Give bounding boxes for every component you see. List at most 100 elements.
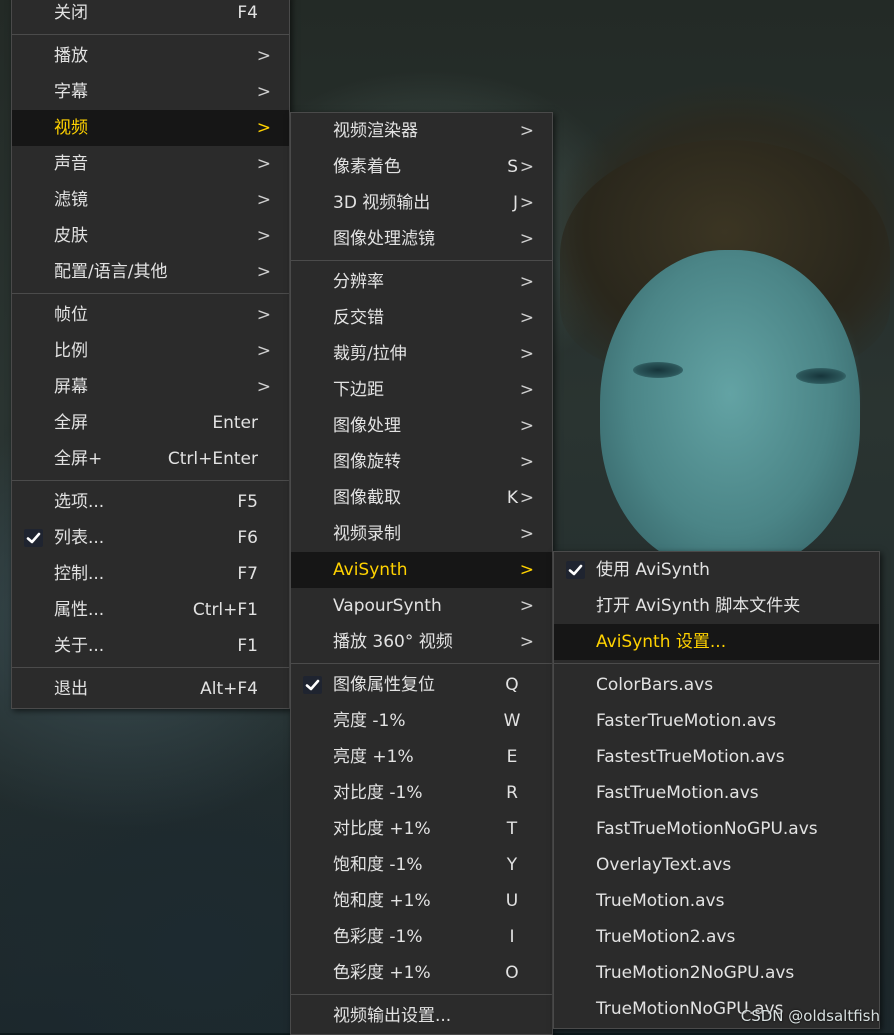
main-menu-item-全屏[interactable]: 全屏+ Ctrl+Enter [12,441,289,477]
avisynth-menu-separator [554,663,879,664]
video-menu-item-3d-视频输出[interactable]: 3D 视频输出 J > [291,185,552,221]
video-menu-item-label: 图像处理 [333,416,401,436]
video-menu-item-label: 反交错 [333,308,384,328]
chevron-right-icon: > [519,193,534,213]
video-menu-item-下边距[interactable]: 下边距 > [291,372,552,408]
main-menu-item-label: 全屏 [54,413,88,433]
main-menu-item-label: 控制... [54,564,105,584]
main-menu-separator [12,293,289,294]
chevron-right-icon: > [256,118,271,138]
avisynth-menu-item-truemotion2-avs[interactable]: TrueMotion2.avs [554,919,879,955]
avisynth-menu-item-fastertruemotion-avs[interactable]: FasterTrueMotion.avs [554,703,879,739]
video-menu-item-shortcut: T [506,819,518,839]
video-menu-item-vapoursynth[interactable]: VapourSynth > [291,588,552,624]
chevron-right-icon: > [256,226,271,246]
avisynth-menu-item-label: FastestTrueMotion.avs [596,747,785,767]
video-menu-item-视频录制[interactable]: 视频录制 > [291,516,552,552]
video-menu-item-亮度-1[interactable]: 亮度 +1% E [291,739,552,775]
main-menu-item-label: 全屏+ [54,449,103,469]
main-menu-item-皮肤[interactable]: 皮肤 > [12,218,289,254]
chevron-right-icon: > [519,524,534,544]
video-menu-separator [291,994,552,995]
main-menu-item-shortcut: Ctrl+Enter [167,449,258,469]
video-menu-item-图像处理[interactable]: 图像处理 > [291,408,552,444]
video-menu-item-裁剪-拉伸[interactable]: 裁剪/拉伸 > [291,336,552,372]
video-menu-item-亮度-1[interactable]: 亮度 -1% W [291,703,552,739]
main-menu-item-列表[interactable]: 列表... F6 [12,520,289,556]
video-menu-item-分辨率[interactable]: 分辨率 > [291,264,552,300]
main-menu-item-声音[interactable]: 声音 > [12,146,289,182]
video-menu-item-shortcut: S [507,157,518,177]
main-menu-item-选项[interactable]: 选项... F5 [12,484,289,520]
main-menu-item-屏幕[interactable]: 屏幕 > [12,369,289,405]
main-menu-item-播放[interactable]: 播放 > [12,38,289,74]
video-menu-item-label: 播放 360° 视频 [333,632,453,652]
video-menu-item-label: 视频录制 [333,524,401,544]
main-menu-item-比例[interactable]: 比例 > [12,333,289,369]
main-menu-item-字幕[interactable]: 字幕 > [12,74,289,110]
video-menu-item-播放-360-视频[interactable]: 播放 360° 视频 > [291,624,552,660]
video-menu-item-label: 像素着色 [333,157,401,177]
avisynth-menu-item-label: FastTrueMotion.avs [596,783,759,803]
video-menu-item-视频输出设置[interactable]: 视频输出设置... [291,998,552,1034]
video-menu-item-色彩度-1[interactable]: 色彩度 -1% I [291,919,552,955]
main-menu-item-退出[interactable]: 退出 Alt+F4 [12,671,289,707]
main-menu-item-滤镜[interactable]: 滤镜 > [12,182,289,218]
video-menu-item-饱和度-1[interactable]: 饱和度 +1% U [291,883,552,919]
chevron-right-icon: > [519,121,534,141]
avisynth-menu-item-truemotion-avs[interactable]: TrueMotion.avs [554,883,879,919]
video-menu-item-label: VapourSynth [333,596,442,616]
video-menu-item-色彩度-1[interactable]: 色彩度 +1% O [291,955,552,991]
video-menu-item-视频渲染器[interactable]: 视频渲染器 > [291,113,552,149]
video-menu-item-label: 图像处理滤镜 [333,229,435,249]
chevron-right-icon: > [519,344,534,364]
main-menu-item-属性[interactable]: 属性... Ctrl+F1 [12,592,289,628]
main-menu-item-全屏[interactable]: 全屏 Enter [12,405,289,441]
video-menu-item-label: 对比度 -1% [333,783,423,803]
video-menu-item-对比度-1[interactable]: 对比度 +1% T [291,811,552,847]
main-menu-item-shortcut: F6 [237,528,258,548]
avisynth-menu-item-打开-avisynth-脚本文件夹[interactable]: 打开 AviSynth 脚本文件夹 [554,588,879,624]
video-menu-item-图像处理滤镜[interactable]: 图像处理滤镜 > [291,221,552,257]
avisynth-menu-item-label: TrueMotion2.avs [596,927,736,947]
video-menu-item-label: 分辨率 [333,272,384,292]
video-menu-item-图像属性复位[interactable]: 图像属性复位 Q [291,667,552,703]
chevron-right-icon: > [519,632,534,652]
main-menu-item-关于[interactable]: 关于... F1 [12,628,289,664]
main-menu-item-shortcut: F7 [237,564,258,584]
video-menu-item-像素着色[interactable]: 像素着色 S > [291,149,552,185]
avisynth-menu-item-fasttruemotion-avs[interactable]: FastTrueMotion.avs [554,775,879,811]
avisynth-menu-item-colorbars-avs[interactable]: ColorBars.avs [554,667,879,703]
main-menu-item-控制[interactable]: 控制... F7 [12,556,289,592]
avisynth-menu-item-label: TrueMotion.avs [596,891,725,911]
checkmark-icon [566,561,585,579]
video-menu-item-对比度-1[interactable]: 对比度 -1% R [291,775,552,811]
main-menu-item-帧位[interactable]: 帧位 > [12,297,289,333]
video-menu-item-图像旋转[interactable]: 图像旋转 > [291,444,552,480]
video-menu-item-图像截取[interactable]: 图像截取 K > [291,480,552,516]
avisynth-menu-item-使用-avisynth[interactable]: 使用 AviSynth [554,552,879,588]
video-menu-item-饱和度-1[interactable]: 饱和度 -1% Y [291,847,552,883]
main-menu-item-shortcut: Enter [212,413,258,433]
video-menu-item-label: 色彩度 -1% [333,927,423,947]
main-menu-item-配置-语言-其他[interactable]: 配置/语言/其他 > [12,254,289,290]
main-menu-item-label: 选项... [54,492,105,512]
main-menu-item-label: 配置/语言/其他 [54,262,168,282]
avisynth-menu-item-fastesttruemotion-avs[interactable]: FastestTrueMotion.avs [554,739,879,775]
video-menu-item-avisynth[interactable]: AviSynth > [291,552,552,588]
avisynth-menu-item-overlaytext-avs[interactable]: OverlayText.avs [554,847,879,883]
main-menu-separator [12,34,289,35]
avisynth-menu-item-fasttruemotionnogpu-avs[interactable]: FastTrueMotionNoGPU.avs [554,811,879,847]
avisynth-menu-item-label: TrueMotion2NoGPU.avs [596,963,795,983]
avisynth-menu-item-label: 使用 AviSynth [596,560,710,580]
avisynth-menu-item-truemotion2nogpu-avs[interactable]: TrueMotion2NoGPU.avs [554,955,879,991]
main-menu-item-关闭[interactable]: 关闭 F4 [12,0,289,31]
video-menu-item-反交错[interactable]: 反交错 > [291,300,552,336]
avisynth-menu-item-avisynth-设置[interactable]: AviSynth 设置... [554,624,879,660]
main-menu-item-视频[interactable]: 视频 > [12,110,289,146]
chevron-right-icon: > [519,308,534,328]
main-menu-item-label: 字幕 [54,82,88,102]
avisynth-menu-item-label: OverlayText.avs [596,855,732,875]
avisynth-menu-item-label: 打开 AviSynth 脚本文件夹 [596,596,801,616]
submenu-video: 视频渲染器 > 像素着色 S >3D 视频输出 J > 图像处理滤镜 > 分辨率 > 反交错 > 裁剪/拉… [290,112,553,1035]
